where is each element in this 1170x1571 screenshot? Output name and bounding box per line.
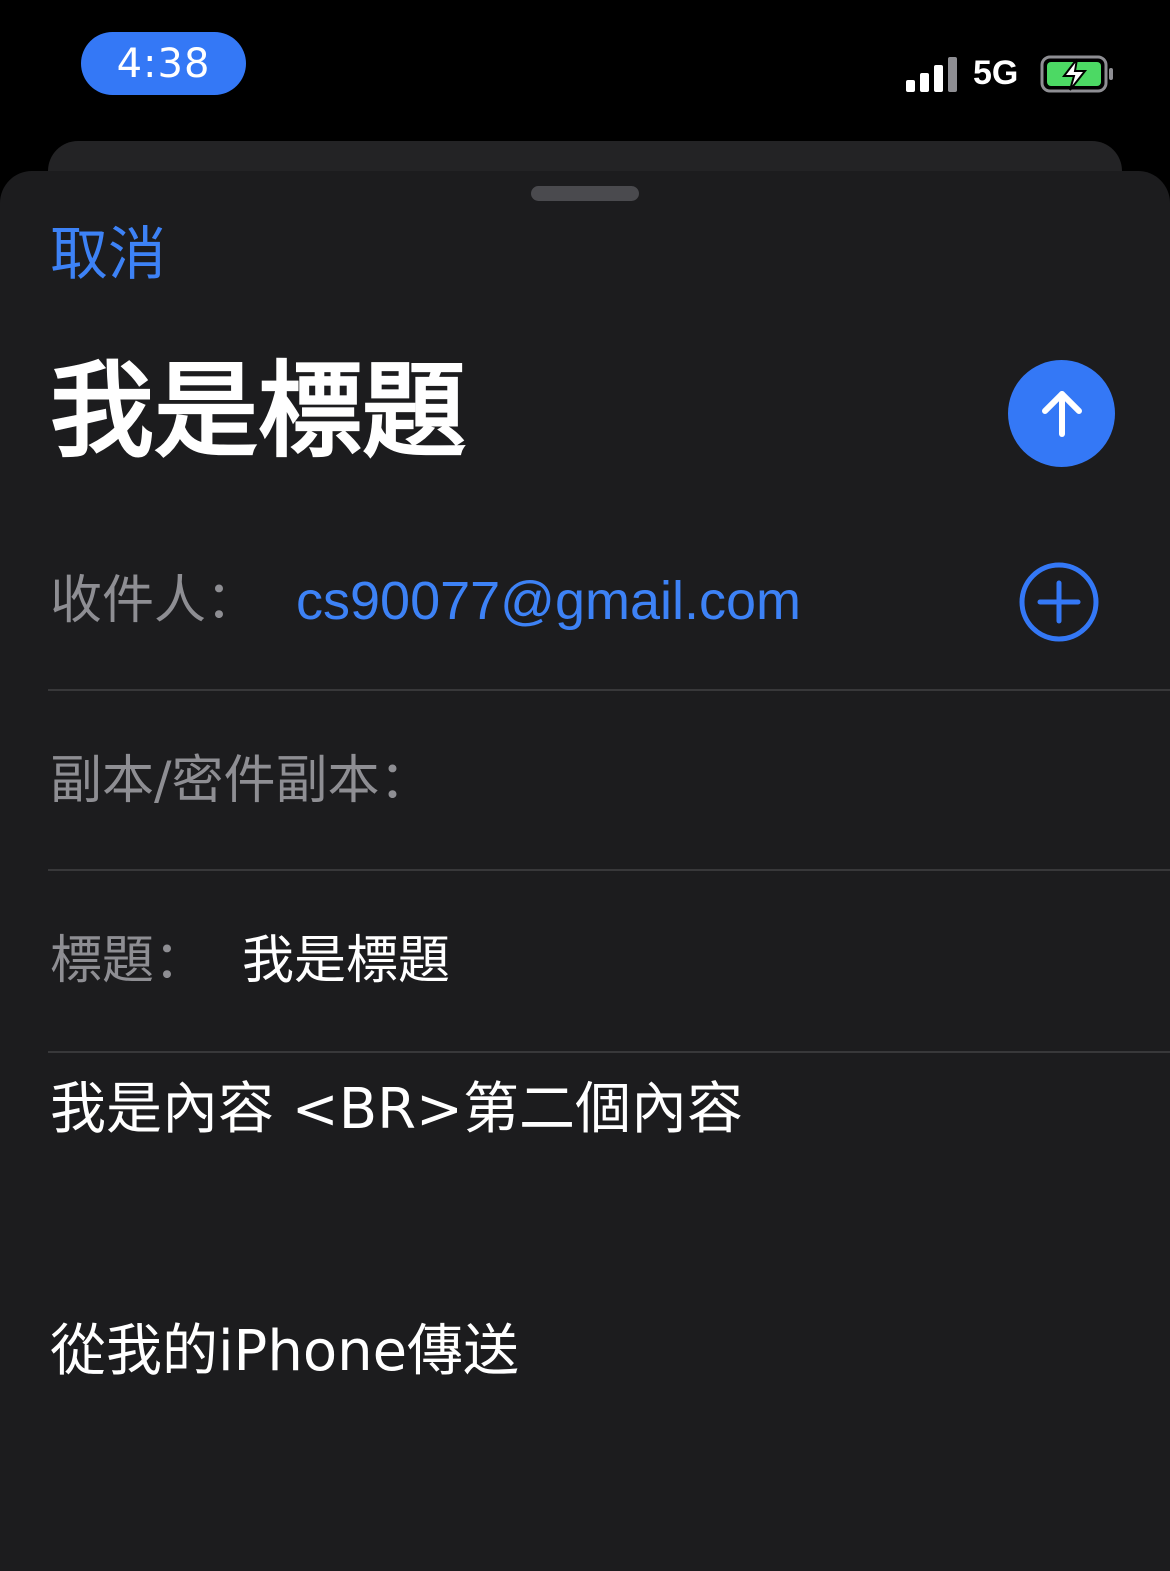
subject-row[interactable]: 標題： 我是標題 — [48, 871, 1170, 1053]
to-label: 收件人： — [50, 571, 259, 631]
battery-charging-icon — [1040, 55, 1116, 97]
send-button[interactable] — [1008, 360, 1115, 467]
sheet-grabber[interactable] — [531, 186, 639, 201]
cellular-signal-icon — [906, 56, 960, 92]
cc-bcc-row[interactable]: 副本/密件副本： — [48, 691, 1170, 871]
status-bar: 4:38 5G — [0, 0, 1170, 140]
cc-bcc-label: 副本/密件副本： — [50, 751, 432, 811]
signature[interactable]: 從我的iPhone傳送 — [50, 1317, 519, 1387]
recipient-chip[interactable]: cs90077@gmail.com — [296, 569, 801, 633]
to-row[interactable]: 收件人： cs90077@gmail.com — [48, 511, 1170, 691]
subject-label: 標題： — [50, 931, 207, 991]
compose-sheet: 取消 我是標題 收件人： cs90077@gmail.com 副本/密件副本： … — [0, 171, 1170, 1571]
network-type: 5G — [973, 54, 1019, 92]
status-time[interactable]: 4:38 — [81, 32, 246, 95]
plus-circle-icon[interactable] — [1018, 561, 1100, 643]
message-body[interactable]: 我是內容 <BR>第二個內容 — [50, 1075, 743, 1145]
arrow-up-icon — [1041, 390, 1082, 437]
subject-field[interactable]: 我是標題 — [242, 929, 450, 993]
cancel-button[interactable]: 取消 — [50, 219, 166, 289]
compose-title: 我是標題 — [50, 350, 467, 472]
